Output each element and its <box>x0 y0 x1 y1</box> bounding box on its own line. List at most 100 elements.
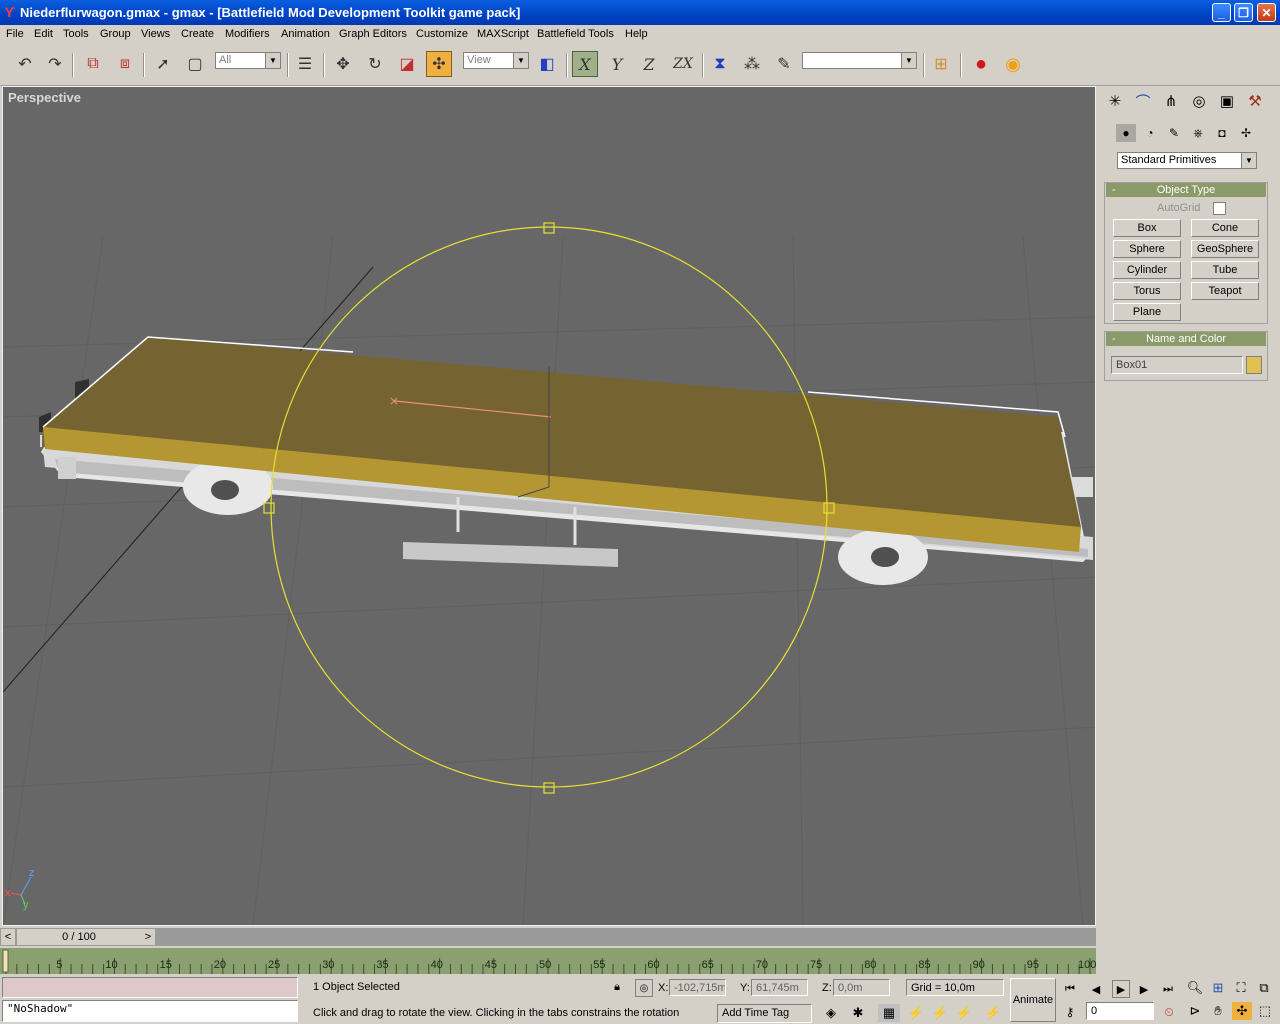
primitive-category-dropdown[interactable]: Standard Primitives ▼ <box>1117 152 1257 169</box>
material-editor-icon[interactable]: ◉ <box>1000 51 1026 77</box>
menu-help[interactable]: Help <box>625 28 648 40</box>
lights-icon[interactable]: ✎ <box>1164 124 1184 142</box>
teapot-button[interactable]: Teapot <box>1191 282 1259 300</box>
time-slider-prev[interactable]: < <box>1 929 15 945</box>
selected-box01[interactable] <box>40 336 1081 552</box>
snap-toggle-icon[interactable]: ⚡ <box>907 1004 925 1022</box>
box-mode-icon[interactable]: ▦ <box>878 1004 900 1022</box>
autogrid-checkbox[interactable] <box>1213 202 1226 215</box>
previous-frame-icon[interactable]: ◀ <box>1088 982 1104 996</box>
zoom-extents-all-icon[interactable]: ⧉ <box>1255 979 1273 997</box>
time-slider-thumb[interactable]: 0 / 100 <box>17 929 141 945</box>
arc-rotate-subobject-icon[interactable]: ✣ <box>426 51 452 77</box>
shapes-icon[interactable]: ◔ <box>1140 124 1160 142</box>
select-and-rotate-icon[interactable]: ↻ <box>362 51 388 77</box>
restrict-to-x-button[interactable]: X <box>572 51 598 77</box>
named-selection-sets-dropdown[interactable]: ▼ <box>802 52 917 69</box>
array-icon[interactable]: ⁂ <box>739 51 765 77</box>
modify-tab-icon[interactable]: ⌒ <box>1132 90 1154 112</box>
reference-coordinate-dropdown[interactable]: View ▼ <box>463 52 529 69</box>
close-button[interactable]: ✕ <box>1257 3 1276 22</box>
animate-button[interactable]: Animate <box>1010 978 1056 1022</box>
geometry-icon[interactable]: ● <box>1116 124 1136 142</box>
time-configuration-icon[interactable]: ⏲ <box>1160 1004 1178 1020</box>
minimize-button[interactable]: _ <box>1212 3 1231 22</box>
maximize-button[interactable]: ❐ <box>1234 3 1253 22</box>
rectangular-selection-icon[interactable]: ▢ <box>182 51 208 77</box>
use-pivot-center-icon[interactable]: ◧ <box>534 51 560 77</box>
time-slider[interactable]: < 0 / 100 > <box>0 928 1096 946</box>
menu-battlefield-tools[interactable]: Battlefield Tools <box>537 28 614 40</box>
current-frame-field[interactable]: 0 <box>1086 1002 1154 1020</box>
undo-icon[interactable]: ↶ <box>12 51 38 77</box>
object-color-swatch[interactable] <box>1246 356 1262 374</box>
menu-views[interactable]: Views <box>141 28 170 40</box>
mirror-icon[interactable]: ⧗ <box>707 51 733 77</box>
sphere-button[interactable]: Sphere <box>1113 240 1181 258</box>
menu-maxscript[interactable]: MAXScript <box>477 28 529 40</box>
key-mode-icon[interactable]: ⚷ <box>1062 1004 1078 1020</box>
helpers-icon[interactable]: ◘ <box>1212 124 1232 142</box>
maxscript-listener-input[interactable] <box>2 977 298 998</box>
cone-button[interactable]: Cone <box>1191 219 1259 237</box>
unlink-selection-icon[interactable]: ⧈ <box>112 51 138 77</box>
display-tab-icon[interactable]: ▣ <box>1216 90 1238 112</box>
plane-button[interactable]: Plane <box>1113 303 1181 321</box>
geosphere-button[interactable]: GeoSphere <box>1191 240 1259 258</box>
maximize-viewport-icon[interactable]: ⬚ <box>1256 1002 1274 1020</box>
named-selection-icon[interactable]: ⊞ <box>928 51 954 77</box>
pan-hand-icon[interactable]: ✋︎ <box>1209 1002 1227 1020</box>
torus-button[interactable]: Torus <box>1113 282 1181 300</box>
menu-file[interactable]: File <box>6 28 24 40</box>
name-and-color-header[interactable]: - Name and Color <box>1106 332 1266 346</box>
zoom-icon[interactable]: 🔍︎ <box>1186 979 1204 997</box>
degradation-override-icon[interactable]: ◈ <box>822 1004 840 1022</box>
object-name-field[interactable]: Box01 <box>1111 356 1243 374</box>
zoom-extents-icon[interactable]: ⛶ <box>1232 979 1250 997</box>
menu-group[interactable]: Group <box>100 28 131 40</box>
select-and-link-icon[interactable]: ⧉ <box>80 51 106 77</box>
menu-create[interactable]: Create <box>181 28 214 40</box>
absolute-mode-icon[interactable]: ◎ <box>635 979 653 997</box>
align-icon[interactable]: ✎ <box>771 51 797 77</box>
cylinder-button[interactable]: Cylinder <box>1113 261 1181 279</box>
next-frame-icon[interactable]: ▶ <box>1136 982 1152 996</box>
go-to-end-icon[interactable]: ⏭ <box>1160 982 1176 996</box>
spinner-snap-icon[interactable]: ⚡ <box>984 1004 1002 1022</box>
tube-button[interactable]: Tube <box>1191 261 1259 279</box>
lock-selection-icon[interactable]: 🔒︎ <box>610 980 624 994</box>
menu-modifiers[interactable]: Modifiers <box>225 28 270 40</box>
select-by-name-icon[interactable]: ☰ <box>292 51 318 77</box>
select-object-icon[interactable]: ➚ <box>150 51 176 77</box>
render-scene-icon[interactable]: ● <box>968 51 994 77</box>
menu-tools[interactable]: Tools <box>63 28 89 40</box>
restrict-to-y-button[interactable]: Y <box>604 51 630 77</box>
angle-snap-icon[interactable]: ⚡ <box>931 1004 949 1022</box>
interactive-rendering-icon[interactable]: ✱ <box>849 1004 867 1022</box>
arc-rotate-icon[interactable]: ✣ <box>1232 1002 1252 1020</box>
field-of-view-icon[interactable]: ⊳ <box>1186 1002 1204 1020</box>
hierarchy-tab-icon[interactable]: ⋔ <box>1160 90 1182 112</box>
y-coord-field[interactable]: 61,745m <box>751 979 808 996</box>
select-and-scale-icon[interactable]: ◪ <box>394 51 420 77</box>
x-coord-field[interactable]: -102,715m <box>669 979 726 996</box>
select-and-move-icon[interactable]: ✥ <box>330 51 356 77</box>
selection-filter-dropdown[interactable]: All ▼ <box>215 52 281 69</box>
go-to-start-icon[interactable]: ⏮ <box>1062 982 1078 996</box>
time-slider-next[interactable]: > <box>141 929 155 945</box>
redo-icon[interactable]: ↷ <box>42 51 68 77</box>
play-icon[interactable]: ▶ <box>1112 980 1130 998</box>
menu-graph-editors[interactable]: Graph Editors <box>339 28 407 40</box>
utilities-tab-icon[interactable]: ⚒ <box>1244 90 1266 112</box>
menu-animation[interactable]: Animation <box>281 28 330 40</box>
percent-snap-icon[interactable]: ⚡ <box>955 1004 973 1022</box>
track-bar[interactable]: 5 10 15 20 25 30 35 40 45 50 55 60 65 70 75 80 85 90 95 100 <box>0 948 1096 974</box>
motion-tab-icon[interactable]: ◎ <box>1188 90 1210 112</box>
restrict-to-plane-button[interactable]: ZX <box>668 51 698 77</box>
box-button[interactable]: Box <box>1113 219 1181 237</box>
add-time-tag-button[interactable]: Add Time Tag <box>717 1004 812 1023</box>
cameras-icon[interactable]: ⎈ <box>1188 124 1208 142</box>
maxscript-output[interactable]: "NoShadow" <box>2 1000 298 1022</box>
zoom-all-icon[interactable]: ⊞ <box>1209 979 1227 997</box>
z-coord-field[interactable]: 0,0m <box>833 979 890 996</box>
